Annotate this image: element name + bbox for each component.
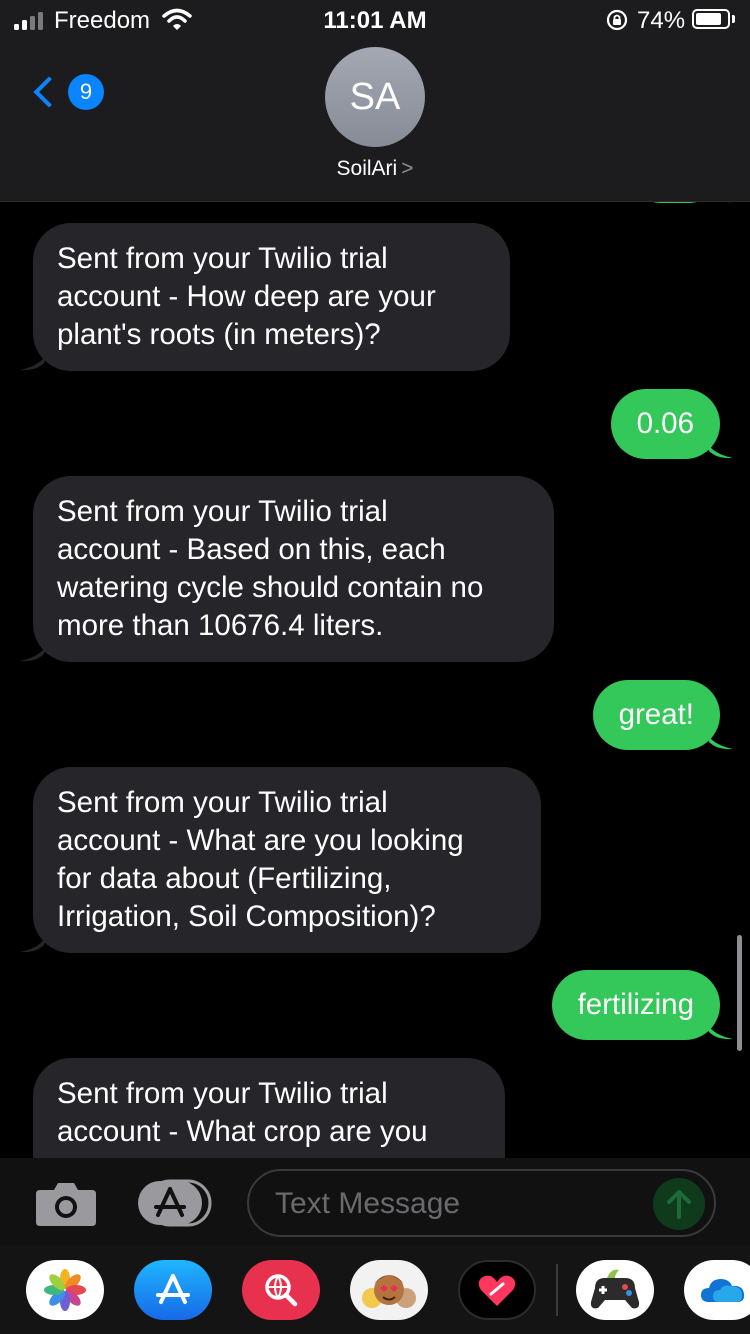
message-line: 0.06 [636, 407, 694, 440]
photos-icon[interactable] [26, 1260, 104, 1320]
message-line: Sent from your Twilio trial [57, 495, 388, 528]
message-line: fertilizing [577, 988, 694, 1021]
camera-icon[interactable] [36, 1180, 96, 1226]
message-bubble-outgoing[interactable]: great! [592, 680, 733, 750]
send-arrow-icon [667, 1190, 691, 1219]
message-line: Sent from your Twilio trial [57, 786, 388, 819]
battery-percent: 74% [637, 7, 686, 34]
compose-bar [0, 1158, 750, 1246]
message-line: Sent from your Twilio trial [57, 1077, 388, 1110]
imessage-app-drawer [0, 1246, 750, 1334]
app-store-icon[interactable] [134, 1260, 212, 1320]
message-bubble-outgoing[interactable]: fertilizing [551, 970, 733, 1040]
digital-touch-icon[interactable] [458, 1260, 536, 1320]
drawer-divider [556, 1264, 558, 1316]
message-thread[interactable]: Sent from your Twilio trial account - Ho… [0, 201, 750, 1158]
message-line: Sent from your Twilio trial [57, 242, 388, 275]
contact-name: SoilAri [336, 157, 398, 180]
message-line: great! [618, 698, 694, 731]
back-chevron-icon [33, 76, 65, 108]
message-line: Irrigation, Soil Composition)? [57, 900, 436, 933]
memoji-icon[interactable] [350, 1260, 428, 1320]
web-search-icon[interactable] [242, 1260, 320, 1320]
message-line: watering cycle should contain no [57, 571, 484, 604]
message-input[interactable] [273, 1183, 647, 1225]
onedrive-icon[interactable] [684, 1260, 750, 1320]
message-line: plant's roots (in meters)? [57, 318, 381, 351]
message-bubble-outgoing[interactable]: 0.06 [610, 389, 733, 459]
unread-count-badge: 9 [68, 74, 104, 110]
back-button[interactable]: 9 [30, 74, 104, 110]
app-store-icon[interactable] [138, 1179, 212, 1227]
message-line: account - What crop are you [57, 1115, 428, 1148]
rotation-lock-icon [606, 9, 628, 31]
battery-icon [692, 9, 730, 29]
message-line: more than 10676.4 liters. [57, 609, 384, 642]
message-line: account - How deep are your [57, 280, 436, 313]
message-bubble-incoming[interactable]: Sent from your Twilio trial account - Ba… [20, 476, 554, 662]
chevron-right-icon: > [401, 157, 414, 180]
message-input-field[interactable] [247, 1169, 716, 1237]
scroll-indicator[interactable] [737, 935, 742, 1051]
message-bubble-incoming[interactable]: Sent from your Twilio trial account - Wh… [33, 1058, 505, 1158]
message-line: account - Based on this, each [57, 533, 446, 566]
message-line: account - What are you looking [57, 824, 464, 857]
message-bubble-incoming[interactable]: Sent from your Twilio trial account - Ho… [20, 223, 510, 371]
contact-avatar[interactable]: SA [325, 47, 425, 147]
contact-name-button[interactable]: SoilAri > [0, 157, 750, 181]
message-bubble-incoming[interactable]: Sent from your Twilio trial account - Wh… [20, 767, 541, 953]
game-icon[interactable] [576, 1260, 654, 1320]
send-button[interactable] [653, 1178, 705, 1230]
message-line: for data about (Fertilizing, [57, 862, 392, 895]
status-bar: Freedom 11:01 AM 74% [0, 0, 750, 40]
